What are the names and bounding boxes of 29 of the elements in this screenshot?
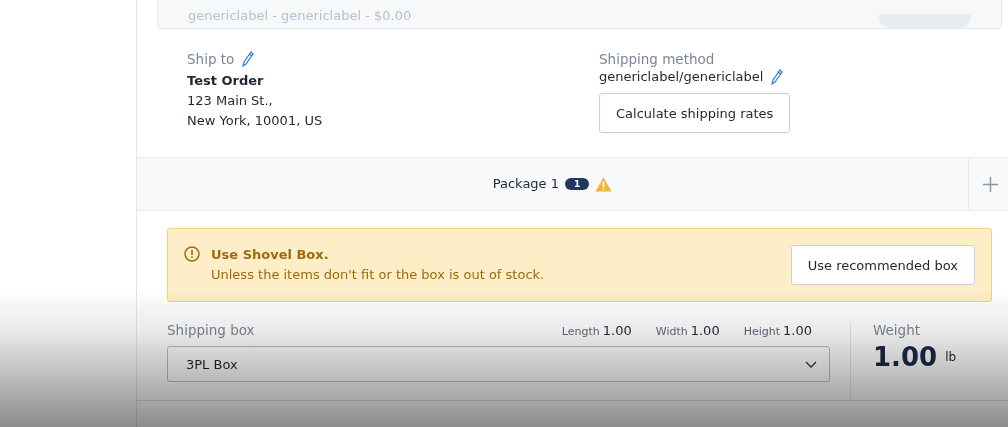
pencil-icon[interactable] — [771, 69, 784, 85]
shipping-method-value: genericlabel/genericlabel — [599, 68, 764, 86]
plus-icon — [982, 176, 998, 192]
chevron-down-icon — [805, 360, 817, 368]
use-recommended-box-button[interactable]: Use recommended box — [790, 245, 975, 285]
address-line: 123 Main St., — [187, 92, 274, 110]
order-summary: genericlabel - genericlabel - $0.00 — [188, 9, 412, 22]
dimension-value: 1.00 — [690, 323, 720, 338]
address-line: New York, 10001, US — [187, 112, 324, 130]
weight-unit: lb — [945, 350, 957, 364]
weight-label: Weight — [873, 322, 922, 338]
count-badge: 1 — [565, 178, 590, 190]
weight-value: 1.00 — [873, 342, 938, 372]
dimension-value: 1.00 — [602, 323, 632, 338]
recipient-name: Test Order — [187, 72, 265, 90]
alert-title: Use Shovel Box. — [211, 246, 330, 264]
dimension-value: 1.00 — [783, 323, 812, 338]
pencil-icon[interactable] — [242, 51, 255, 67]
shipping-method-label: Shipping method — [599, 51, 716, 67]
dimension-label: Height — [743, 325, 781, 338]
package-title[interactable]: Package 1 — [492, 174, 559, 194]
calculate-rates-button[interactable]: Calculate shipping rates — [599, 93, 791, 133]
ship-to-label: Ship to — [187, 51, 235, 67]
dimension-label: Length — [561, 325, 600, 338]
dimension-label: Width — [655, 325, 688, 338]
exclamation-icon — [184, 246, 200, 262]
shipping-box-select[interactable]: 3PL Box — [167, 346, 830, 382]
alert-message: Unless the items don't fit or the box is out of stock. — [211, 266, 546, 284]
shipping-box-label: Shipping box — [167, 322, 255, 338]
